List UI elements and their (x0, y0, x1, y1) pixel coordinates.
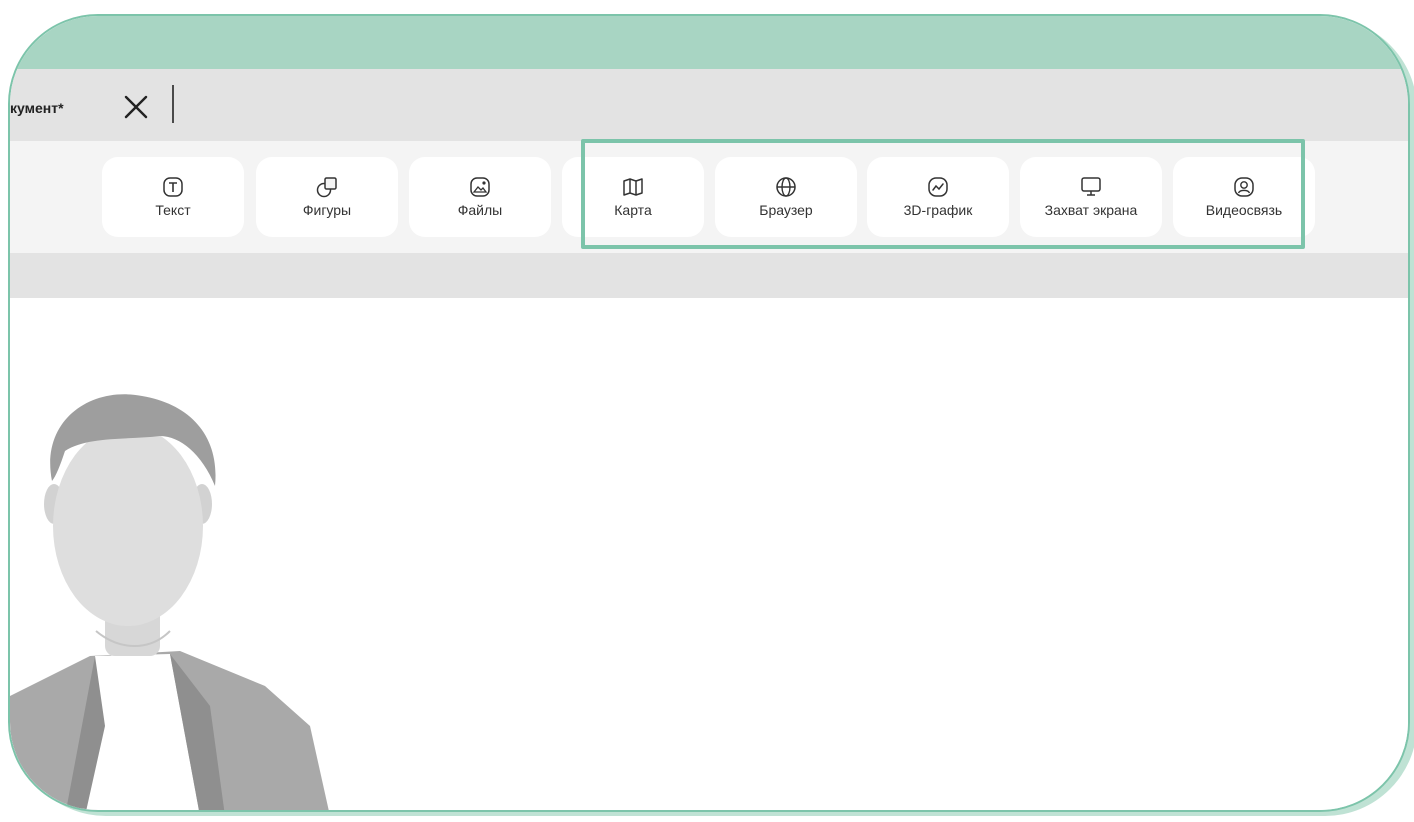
document-title[interactable]: кумент* (10, 100, 64, 116)
tab-bar (10, 69, 1408, 141)
text-icon (163, 177, 183, 197)
close-icon[interactable] (122, 93, 150, 121)
tab-divider (172, 85, 174, 123)
tool-shapes-label: Фигуры (302, 202, 352, 218)
shapes-icon (316, 177, 337, 198)
tool-text[interactable]: Текст (102, 157, 244, 237)
tool-files[interactable]: Файлы (409, 157, 551, 237)
tool-text-label: Текст (155, 202, 191, 218)
tool-shapes[interactable]: Фигуры (256, 157, 398, 237)
app-window: кумент* Текст Фигуры Файлы Карта Браузер… (8, 14, 1410, 812)
highlight-frame (581, 139, 1305, 249)
image-icon (470, 177, 490, 197)
header-band (10, 16, 1408, 69)
tool-files-label: Файлы (457, 202, 503, 218)
ruler-bar (10, 253, 1408, 298)
person-avatar (10, 394, 329, 810)
